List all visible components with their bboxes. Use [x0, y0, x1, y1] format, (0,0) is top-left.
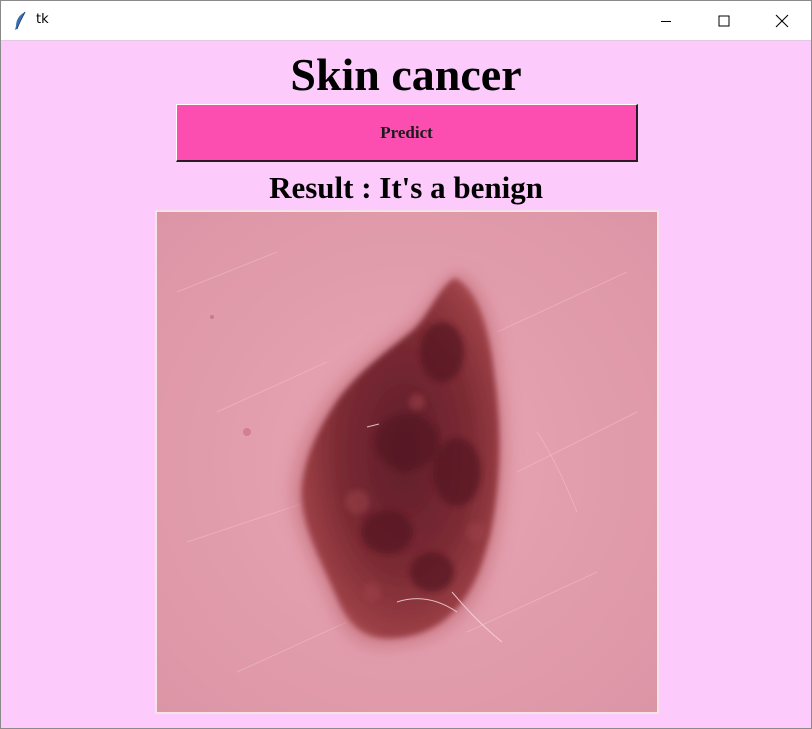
- maximize-icon: [718, 15, 730, 26]
- title-bar[interactable]: tk: [1, 1, 811, 41]
- maximize-button[interactable]: [695, 1, 753, 40]
- app-window: tk Skin cancer Predict Result : It's a b…: [0, 0, 812, 729]
- result-label: Result : It's a benign: [269, 170, 543, 205]
- predict-button[interactable]: Predict: [176, 104, 638, 162]
- close-icon: [775, 14, 789, 27]
- main-content: Skin cancer Predict Result : It's a beni…: [1, 41, 811, 728]
- page-title: Skin cancer: [290, 49, 522, 100]
- minimize-icon: [661, 20, 671, 22]
- feather-icon: [13, 11, 27, 31]
- close-button[interactable]: [753, 1, 811, 40]
- window-title: tk: [36, 12, 49, 27]
- minimize-button[interactable]: [637, 1, 695, 40]
- lesion-image: [155, 210, 659, 714]
